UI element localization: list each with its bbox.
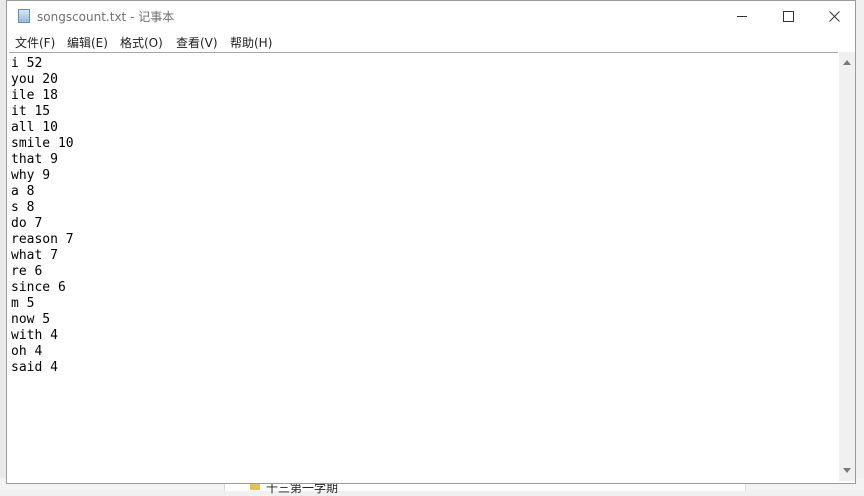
text-line: oh 4	[11, 344, 43, 359]
scroll-down-icon[interactable]	[843, 468, 851, 473]
text-line: with 4	[11, 328, 58, 343]
text-line: s 8	[11, 200, 35, 215]
notepad-window: songscount.txt - 记事本 文件(F) 编辑(E) 格式(O) 查…	[6, 0, 856, 484]
window-title: songscount.txt - 记事本	[37, 10, 175, 24]
menu-view[interactable]: 查看(V)	[176, 34, 218, 51]
text-line: what 7	[11, 248, 58, 263]
text-editor-area[interactable]: i 52 you 20 ile 18 it 15 all 10 smile 10…	[9, 52, 838, 482]
text-line: since 6	[11, 280, 66, 295]
text-line: smile 10	[11, 136, 74, 151]
text-line: you 20	[11, 72, 58, 87]
title-bar[interactable]: songscount.txt - 记事本	[7, 1, 855, 31]
menu-file[interactable]: 文件(F)	[15, 34, 55, 51]
text-line: all 10	[11, 120, 58, 135]
menu-bar: 文件(F) 编辑(E) 格式(O) 查看(V) 帮助(H)	[7, 31, 855, 52]
text-line: that 9	[11, 152, 58, 167]
notepad-icon	[18, 9, 30, 23]
minimize-icon	[737, 15, 747, 17]
vertical-scrollbar[interactable]	[839, 52, 855, 481]
text-line: it 15	[11, 104, 51, 119]
text-line: why 9	[11, 168, 51, 183]
scroll-up-icon[interactable]	[843, 60, 851, 65]
menu-edit[interactable]: 编辑(E)	[67, 34, 108, 51]
text-line: ile 18	[11, 88, 58, 103]
menu-help[interactable]: 帮助(H)	[230, 34, 272, 51]
text-line: m 5	[11, 296, 35, 311]
text-line: re 6	[11, 264, 43, 279]
close-icon	[828, 10, 840, 22]
text-line: now 5	[11, 312, 51, 327]
text-line: i 52	[11, 56, 43, 71]
text-line: reason 7	[11, 232, 74, 247]
text-line: do 7	[11, 216, 43, 231]
maximize-button[interactable]	[765, 1, 811, 31]
text-line: said 4	[11, 360, 58, 375]
menu-format[interactable]: 格式(O)	[120, 34, 163, 51]
maximize-icon	[782, 10, 794, 22]
minimize-button[interactable]	[719, 1, 765, 31]
text-line: a 8	[11, 184, 35, 199]
close-button[interactable]	[811, 1, 857, 31]
